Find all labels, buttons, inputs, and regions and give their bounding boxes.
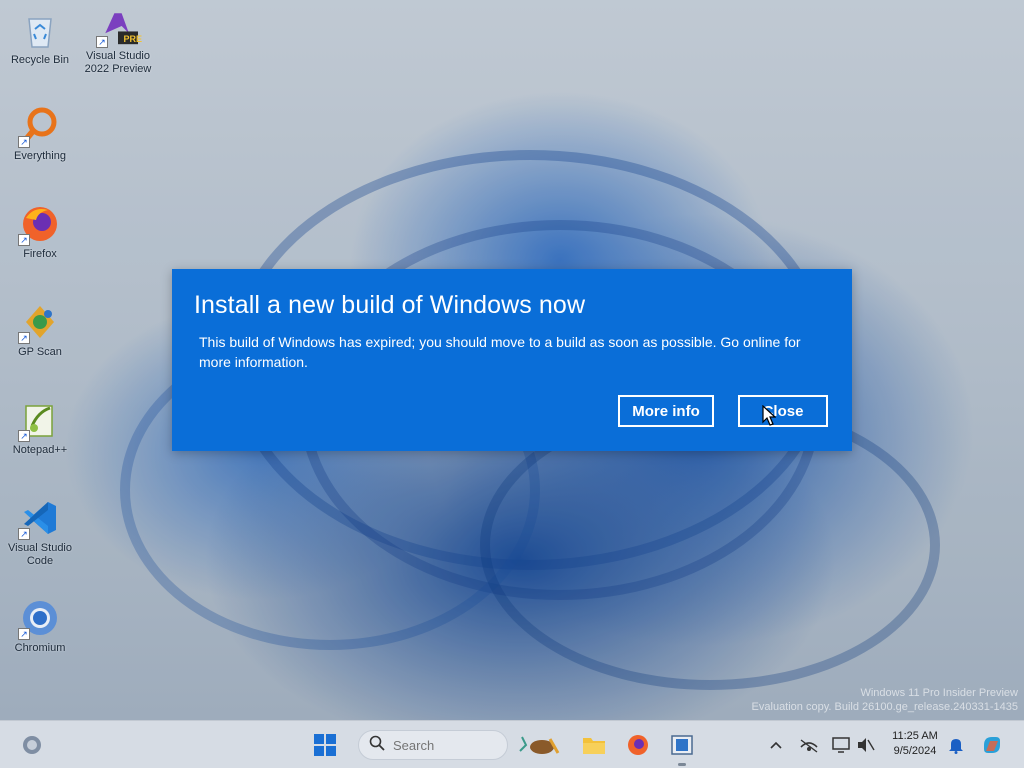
watermark-line-1: Windows 11 Pro Insider Preview (860, 687, 1018, 699)
shortcut-arrow-icon: ↗ (18, 430, 30, 442)
file-explorer-icon[interactable] (580, 731, 608, 759)
chromium-icon: ↗ (18, 598, 60, 640)
more-info-button[interactable]: More info (618, 395, 714, 427)
start-icon[interactable] (311, 731, 339, 759)
desktop-icon-recycle-bin[interactable]: Recycle Bin (2, 10, 78, 67)
taskbar-clock[interactable]: 11:25 AM 9/5/2024 (884, 729, 946, 759)
taskbar-search-box[interactable] (358, 730, 508, 760)
task-view-icon[interactable] (668, 731, 696, 759)
recycle-bin-icon (20, 10, 60, 50)
volume-icon[interactable] (852, 731, 878, 759)
active-app-indicator (678, 763, 686, 766)
firefox-icon: ↗ (18, 204, 60, 246)
evaluation-watermark: Windows 11 Pro Insider Preview Evaluatio… (752, 686, 1018, 714)
watermark-line-2: Evaluation copy. Build 26100.ge_release.… (751, 701, 1018, 713)
desktop-icon-label: Everything (14, 150, 66, 162)
search-highlight-icon[interactable] (514, 731, 564, 759)
shortcut-arrow-icon: ↗ (18, 628, 30, 640)
taskbar: 11:25 AM 9/5/2024 (0, 720, 1024, 768)
firefox-icon[interactable] (624, 731, 652, 759)
vscode-icon: ↗ (18, 498, 60, 540)
desktop-icon-firefox[interactable]: ↗ Firefox (2, 204, 78, 261)
desktop-icon-label: Firefox (23, 248, 57, 260)
desktop-icon-label: GP Scan (18, 346, 62, 358)
clock-date: 9/5/2024 (893, 745, 937, 757)
search-icon (369, 735, 385, 756)
gp-scan-icon: ↗ (18, 302, 60, 344)
clock-time: 11:25 AM (892, 730, 938, 742)
shortcut-arrow-icon: ↗ (18, 332, 30, 344)
shortcut-arrow-icon: ↗ (96, 36, 108, 48)
mouse-cursor-icon (762, 405, 776, 426)
everything-search-icon: ↗ (18, 106, 60, 148)
widgets-icon[interactable] (18, 731, 46, 759)
desktop-icon-label: Recycle Bin (10, 54, 70, 66)
shortcut-arrow-icon: ↗ (18, 528, 30, 540)
chevron-up-icon[interactable] (764, 731, 788, 759)
copilot-icon[interactable] (978, 731, 1006, 759)
desktop-icon-chromium[interactable]: ↗ Chromium (2, 598, 78, 655)
shortcut-arrow-icon: ↗ (18, 136, 30, 148)
search-input[interactable] (393, 737, 493, 753)
shortcut-arrow-icon: ↗ (18, 234, 30, 246)
desktop-icon-label: Visual Studio 2022 Preview (84, 50, 152, 75)
desktop-icon-label: Visual Studio Code (7, 542, 72, 567)
dialog-message: This build of Windows has expired; you s… (199, 334, 801, 370)
desktop-icon-everything[interactable]: ↗ Everything (2, 106, 78, 163)
close-button[interactable]: Close (738, 395, 828, 427)
visual-studio-preview-icon: PRE ↗ (96, 6, 142, 48)
desktop-icon-vscode[interactable]: ↗ Visual Studio Code (2, 498, 78, 568)
display-icon[interactable] (828, 731, 854, 759)
desktop-icon-gp-scan[interactable]: ↗ GP Scan (2, 302, 78, 359)
desktop-icon-label: Chromium (14, 642, 66, 654)
preview-badge: PRE (123, 34, 142, 44)
desktop-icon-label: Notepad++ (12, 444, 68, 456)
dialog-title: Install a new build of Windows now (194, 291, 586, 319)
desktop-icon-visual-studio-preview[interactable]: PRE ↗ Visual Studio 2022 Preview (80, 6, 156, 76)
notification-bell-icon[interactable] (944, 731, 968, 759)
desktop-icon-notepad-plus-plus[interactable]: ↗ Notepad++ (2, 400, 78, 457)
build-expired-dialog: Install a new build of Windows now This … (172, 269, 852, 451)
notepad-plus-plus-icon: ↗ (18, 400, 60, 442)
network-icon[interactable] (796, 731, 822, 759)
